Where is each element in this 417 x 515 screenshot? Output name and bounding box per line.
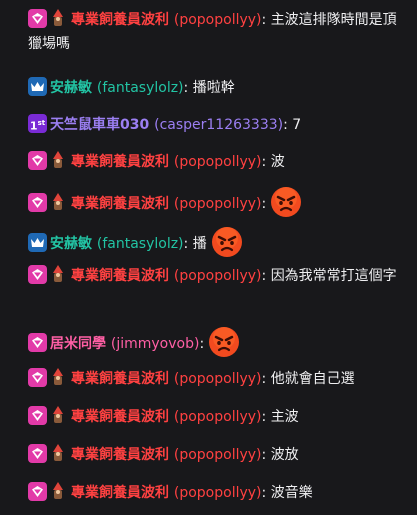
chat-message: 專業飼養員波利 (popopollyy): 波放 — [28, 443, 410, 467]
subscriber-badge-icon[interactable] — [28, 443, 47, 463]
chat-message: 專業飼養員波利 (popopollyy): 波 — [28, 150, 410, 174]
colon: : — [261, 196, 267, 212]
chat-message: 專業飼養員波利 (popopollyy): — [28, 186, 410, 220]
vip-crown-badge-icon[interactable] — [28, 76, 47, 96]
colon: : — [199, 336, 205, 352]
username[interactable]: 專業飼養員波利 (popopollyy) — [71, 409, 262, 425]
bits-gnome-icon[interactable] — [50, 405, 66, 425]
subscriber-badge-icon[interactable] — [28, 367, 47, 387]
username[interactable]: 專業飼養員波利 (popopollyy) — [71, 154, 262, 170]
bits-gnome-icon[interactable] — [50, 481, 66, 501]
chat-message: 1st 天竺鼠車車030 (casper11263333): 7 — [28, 113, 410, 137]
subscriber-badge-icon[interactable] — [28, 192, 47, 212]
subscriber-badge-icon[interactable] — [28, 8, 47, 28]
message-text: 他就會自己選 — [270, 371, 355, 387]
bits-gnome-icon[interactable] — [50, 150, 66, 170]
message-text: 波放 — [270, 447, 299, 463]
username[interactable]: 安赫敏 (fantasylolz) — [50, 80, 184, 96]
chat-message: 安赫敏 (fantasylolz): 播 — [28, 226, 410, 260]
colon: : — [261, 485, 267, 501]
username[interactable]: 居米同學 (jimmyovob) — [50, 336, 199, 352]
angry-face-emote-icon[interactable] — [208, 326, 240, 358]
username[interactable]: 天竺鼠車車030 (casper11263333) — [50, 117, 283, 133]
colon: : — [261, 371, 267, 387]
colon: : — [261, 409, 267, 425]
chat-message: 專業飼養員波利 (popopollyy): 主波這排隊時間是頂獵場嗎 — [28, 8, 410, 56]
username[interactable]: 專業飼養員波利 (popopollyy) — [71, 485, 262, 501]
message-text: 因為我常常打這個字 — [270, 268, 397, 284]
username[interactable]: 專業飼養員波利 (popopollyy) — [71, 268, 262, 284]
message-text: 7 — [292, 117, 302, 133]
bits-gnome-icon[interactable] — [50, 443, 66, 463]
username[interactable]: 專業飼養員波利 (popopollyy) — [71, 447, 262, 463]
chat-message: 專業飼養員波利 (popopollyy): 他就會自己選 — [28, 367, 410, 391]
bits-gnome-icon[interactable] — [50, 192, 66, 212]
username[interactable]: 安赫敏 (fantasylolz) — [50, 236, 184, 252]
colon: : — [261, 12, 267, 28]
subscriber-badge-icon[interactable] — [28, 405, 47, 425]
colon: : — [283, 117, 288, 133]
username[interactable]: 專業飼養員波利 (popopollyy) — [71, 12, 262, 28]
chat-message: 居米同學 (jimmyovob): — [28, 326, 410, 360]
chat-message: 專業飼養員波利 (popopollyy): 因為我常常打這個字 — [28, 264, 410, 288]
vip-crown-badge-icon[interactable] — [28, 232, 47, 252]
first-badge-icon[interactable]: 1st — [28, 113, 47, 133]
subscriber-badge-icon[interactable] — [28, 332, 47, 352]
chat-message: 安赫敏 (fantasylolz): 播啦幹 — [28, 76, 410, 100]
message-text: 播啦幹 — [192, 80, 235, 96]
username[interactable]: 專業飼養員波利 (popopollyy) — [71, 371, 262, 387]
colon: : — [261, 447, 267, 463]
chat-message: 專業飼養員波利 (popopollyy): 波音樂 — [28, 481, 410, 505]
colon: : — [183, 80, 189, 96]
colon: : — [261, 268, 267, 284]
subscriber-badge-icon[interactable] — [28, 264, 47, 284]
angry-face-emote-icon[interactable] — [211, 226, 243, 258]
username[interactable]: 專業飼養員波利 (popopollyy) — [71, 196, 262, 212]
message-text: 波 — [270, 154, 285, 170]
bits-gnome-icon[interactable] — [50, 367, 66, 387]
bits-gnome-icon[interactable] — [50, 8, 66, 28]
angry-face-emote-icon[interactable] — [270, 186, 302, 218]
message-text: 波音樂 — [270, 485, 313, 501]
message-text: 主波 — [270, 409, 299, 425]
colon: : — [261, 154, 267, 170]
chat-panel: 專業飼養員波利 (popopollyy): 主波這排隊時間是頂獵場嗎 安赫敏 (… — [0, 0, 417, 515]
bits-gnome-icon[interactable] — [50, 264, 66, 284]
colon: : — [183, 236, 189, 252]
message-text: 播 — [192, 236, 207, 252]
subscriber-badge-icon[interactable] — [28, 150, 47, 170]
subscriber-badge-icon[interactable] — [28, 481, 47, 501]
chat-message: 專業飼養員波利 (popopollyy): 主波 — [28, 405, 410, 429]
